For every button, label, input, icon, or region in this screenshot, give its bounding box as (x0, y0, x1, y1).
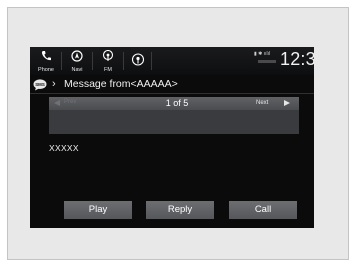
divider (123, 52, 124, 70)
title-row: SMS › Message from<AAAAA> (30, 76, 314, 94)
play-button[interactable]: Play (64, 201, 132, 219)
page-of: of (173, 98, 181, 108)
page-indicator: 1 of 5 (149, 97, 205, 110)
pager-bar: Prev 1 of 5 Next (49, 97, 299, 110)
next-arrow-icon (284, 100, 290, 106)
call-button[interactable]: Call (229, 201, 297, 219)
phone-button-label: Phone (38, 67, 54, 73)
navi-icon (71, 50, 83, 62)
sms-icon: SMS (33, 78, 47, 91)
prev-label: Prev (64, 99, 77, 105)
phone-icon (41, 50, 51, 62)
page-current: 1 (165, 98, 171, 108)
audio-source-icon (131, 53, 145, 66)
divider (92, 52, 93, 70)
clock: 12:34 (280, 49, 314, 69)
navi-button-label: Navi (71, 67, 83, 73)
divider (61, 52, 62, 70)
signal-meter (258, 60, 276, 63)
page-total: 5 (183, 98, 189, 108)
next-label: Next (256, 100, 269, 106)
message-body: XXXXX (49, 143, 79, 153)
navi-button[interactable]: Navi (65, 49, 89, 73)
reply-button[interactable]: Reply (146, 201, 214, 219)
phone-button[interactable]: Phone (33, 49, 59, 73)
fm-icon (102, 50, 114, 62)
divider (151, 52, 152, 70)
next-button[interactable]: Next (253, 97, 297, 110)
fm-button[interactable]: FM (96, 49, 120, 73)
svg-text:SMS: SMS (35, 82, 45, 87)
display-screen: Phone Navi FM ▮ ✱ ıılıl 12:3 SMS › Messa… (30, 47, 314, 228)
bluetooth-signal-icon: ▮ ✱ ıılıl (254, 51, 271, 57)
message-header-panel (49, 110, 299, 134)
audio-source-button[interactable] (127, 49, 149, 73)
prev-button[interactable]: Prev (52, 97, 102, 110)
page-title: Message from<AAAAA> (64, 78, 178, 90)
prev-arrow-icon (54, 100, 60, 106)
top-bar: Phone Navi FM ▮ ✱ ıılıl 12:3 (30, 47, 314, 75)
status-indicators: ▮ ✱ ıılıl (254, 51, 278, 65)
fm-button-label: FM (104, 67, 112, 73)
breadcrumb-arrow: › (52, 78, 56, 90)
